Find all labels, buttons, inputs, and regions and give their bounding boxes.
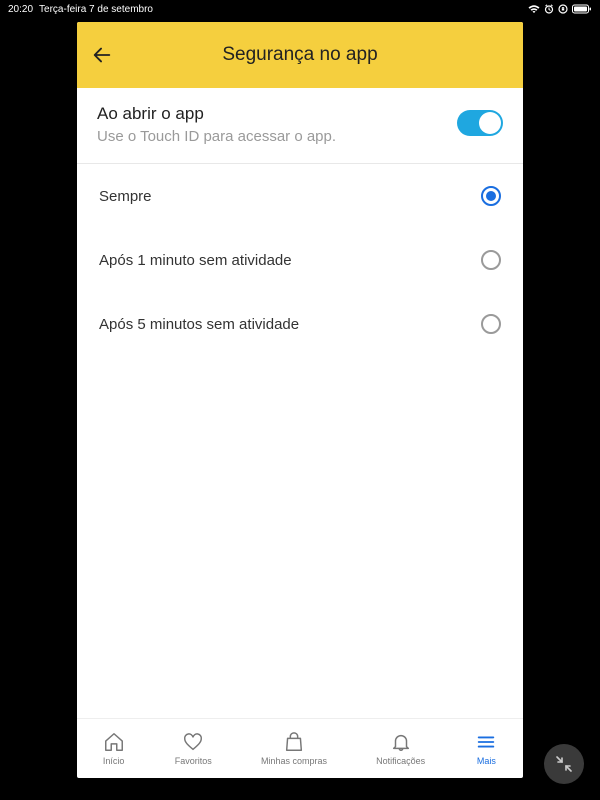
toggle-knob — [479, 112, 501, 134]
option-sempre[interactable]: Sempre — [77, 164, 523, 228]
nav-favoritos[interactable]: Favoritos — [175, 730, 212, 766]
section-subtitle: Use o Touch ID para acessar o app. — [97, 128, 457, 145]
bell-icon — [389, 730, 413, 754]
heart-icon — [181, 730, 205, 754]
wifi-icon — [528, 4, 540, 14]
back-button[interactable] — [91, 44, 113, 71]
menu-icon — [474, 730, 498, 754]
arrow-left-icon — [91, 44, 113, 66]
nav-mais[interactable]: Mais — [474, 730, 498, 766]
nav-compras[interactable]: Minhas compras — [261, 730, 327, 766]
app-header: Segurança no app — [77, 22, 523, 88]
app-frame: Segurança no app Ao abrir o app Use o To… — [77, 22, 523, 778]
option-label: Sempre — [99, 188, 152, 205]
rotation-lock-icon — [558, 4, 568, 14]
status-date: Terça-feira 7 de setembro — [39, 4, 153, 15]
alarm-icon — [544, 4, 554, 14]
touch-id-section: Ao abrir o app Use o Touch ID para acess… — [77, 88, 523, 164]
status-icons — [528, 4, 592, 14]
nav-notificacoes[interactable]: Notificações — [376, 730, 425, 766]
nav-label: Início — [103, 756, 125, 766]
option-1-minuto[interactable]: Após 1 minuto sem atividade — [77, 228, 523, 292]
battery-icon — [572, 4, 592, 14]
timeout-options: Sempre Após 1 minuto sem atividade Após … — [77, 164, 523, 718]
page-title: Segurança no app — [222, 44, 377, 66]
radio-icon — [481, 250, 501, 270]
touch-id-toggle[interactable] — [457, 110, 503, 136]
option-label: Após 5 minutos sem atividade — [99, 316, 299, 333]
status-time: 20:20 — [8, 4, 33, 15]
home-icon — [102, 730, 126, 754]
option-label: Após 1 minuto sem atividade — [99, 252, 292, 269]
collapse-fab[interactable] — [544, 744, 584, 784]
section-title: Ao abrir o app — [97, 104, 457, 124]
collapse-icon — [556, 756, 572, 772]
bottom-nav: Início Favoritos Minhas compras Notifica… — [77, 718, 523, 778]
option-5-minutos[interactable]: Após 5 minutos sem atividade — [77, 292, 523, 356]
nav-label: Notificações — [376, 756, 425, 766]
status-bar: 20:20 Terça-feira 7 de setembro — [0, 0, 600, 18]
nav-label: Minhas compras — [261, 756, 327, 766]
nav-inicio[interactable]: Início — [102, 730, 126, 766]
radio-icon — [481, 186, 501, 206]
nav-label: Mais — [477, 756, 496, 766]
bag-icon — [282, 730, 306, 754]
nav-label: Favoritos — [175, 756, 212, 766]
radio-icon — [481, 314, 501, 334]
